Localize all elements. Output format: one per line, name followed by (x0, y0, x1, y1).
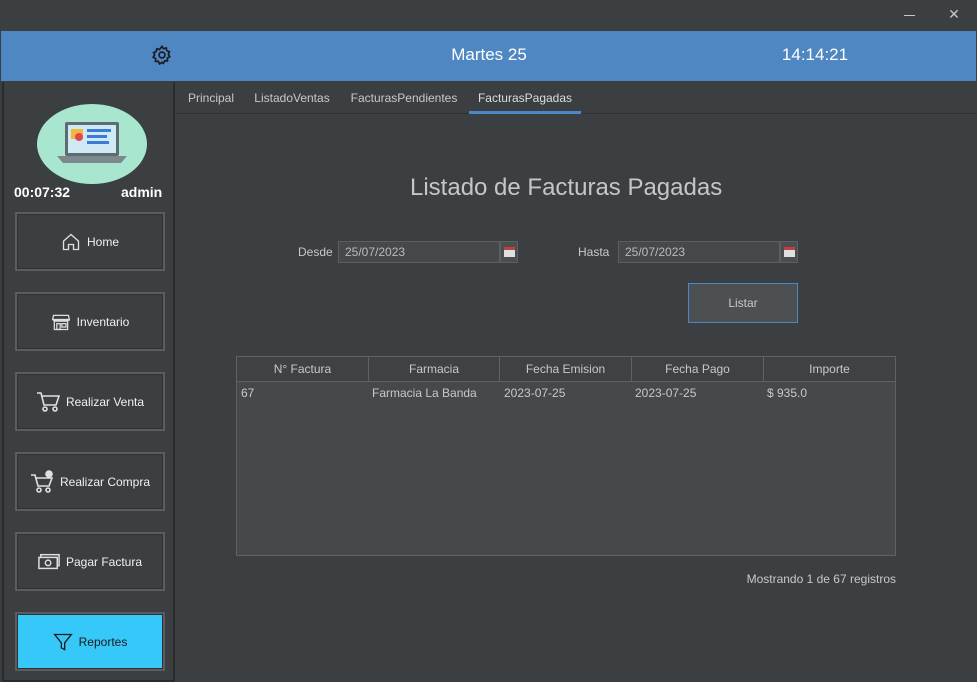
cart-plus-icon (30, 469, 54, 493)
desde-date-field[interactable]: 25/07/2023 (338, 241, 500, 263)
minimize-icon[interactable] (898, 4, 922, 26)
column-header[interactable]: Farmacia (369, 357, 500, 381)
store-icon (51, 314, 70, 330)
money-icon (38, 553, 60, 569)
calendar-icon[interactable] (780, 241, 798, 263)
nav-label: Realizar Compra (59, 474, 151, 489)
tab-facturas-pendientes[interactable]: FacturasPendientes (344, 82, 464, 114)
table-header: N° Factura Farmacia Fecha Emision Fecha … (237, 357, 895, 382)
sidebar: 00:07:32 admin Home Inventario Realizar … (2, 82, 175, 682)
nav-label: Home (86, 234, 119, 249)
records-status: Mostrando 1 de 67 registros (746, 572, 896, 586)
nav-inventario-button[interactable]: Inventario (15, 292, 165, 351)
table-cell: $ 935.0 (767, 386, 808, 400)
nav-realizar-venta-button[interactable]: Realizar Venta (15, 372, 165, 431)
calendar-icon[interactable] (500, 241, 518, 263)
nav-label: Reportes (78, 634, 128, 649)
desde-label: Desde (298, 245, 333, 259)
tab-listado-ventas[interactable]: ListadoVentas (247, 82, 337, 114)
listar-button[interactable]: Listar (688, 283, 798, 323)
avatar (37, 104, 147, 184)
nav-label: Inventario (76, 314, 130, 329)
table-cell: 2023-07-25 (635, 386, 697, 400)
cart-icon (36, 391, 60, 412)
nav-home-button[interactable]: Home (15, 212, 165, 271)
table-cell: 2023-07-25 (504, 386, 566, 400)
column-header[interactable]: Importe (764, 357, 895, 381)
table-cell: 67 (241, 386, 255, 400)
home-icon (62, 233, 80, 250)
tab-principal[interactable]: Principal (177, 82, 245, 114)
current-date: Martes 25 (451, 45, 527, 64)
nav-label: Pagar Factura (65, 554, 143, 569)
filter-icon (52, 633, 73, 651)
current-time: 14:14:21 (781, 45, 849, 64)
tab-bar: Principal ListadoVentas FacturasPendient… (177, 82, 977, 114)
facturas-table[interactable]: N° Factura Farmacia Fecha Emision Fecha … (236, 356, 896, 556)
nav-pagar-factura-button[interactable]: Pagar Factura (15, 532, 165, 591)
page-title: Listado de Facturas Pagadas (410, 174, 723, 201)
close-icon[interactable]: ✕ (942, 4, 966, 26)
column-header[interactable]: Fecha Pago (632, 357, 764, 381)
nav-label: Realizar Venta (65, 394, 145, 409)
window-titlebar: ✕ (0, 0, 977, 31)
nav-realizar-compra-button[interactable]: Realizar Compra (15, 452, 165, 511)
hasta-date-field[interactable]: 25/07/2023 (618, 241, 780, 263)
table-cell: Farmacia La Banda (372, 386, 477, 400)
username: admin (121, 184, 163, 200)
laptop-icon (57, 122, 127, 163)
hasta-label: Hasta (578, 245, 610, 259)
column-header[interactable]: N° Factura (237, 357, 369, 381)
session-timer: 00:07:32 (14, 184, 71, 200)
column-header[interactable]: Fecha Emision (500, 357, 632, 381)
tab-facturas-pagadas[interactable]: FacturasPagadas (469, 82, 581, 114)
nav-reportes-button[interactable]: Reportes (15, 612, 165, 671)
gear-icon[interactable] (151, 44, 173, 66)
top-header: Martes 25 14:14:21 (1, 31, 976, 81)
